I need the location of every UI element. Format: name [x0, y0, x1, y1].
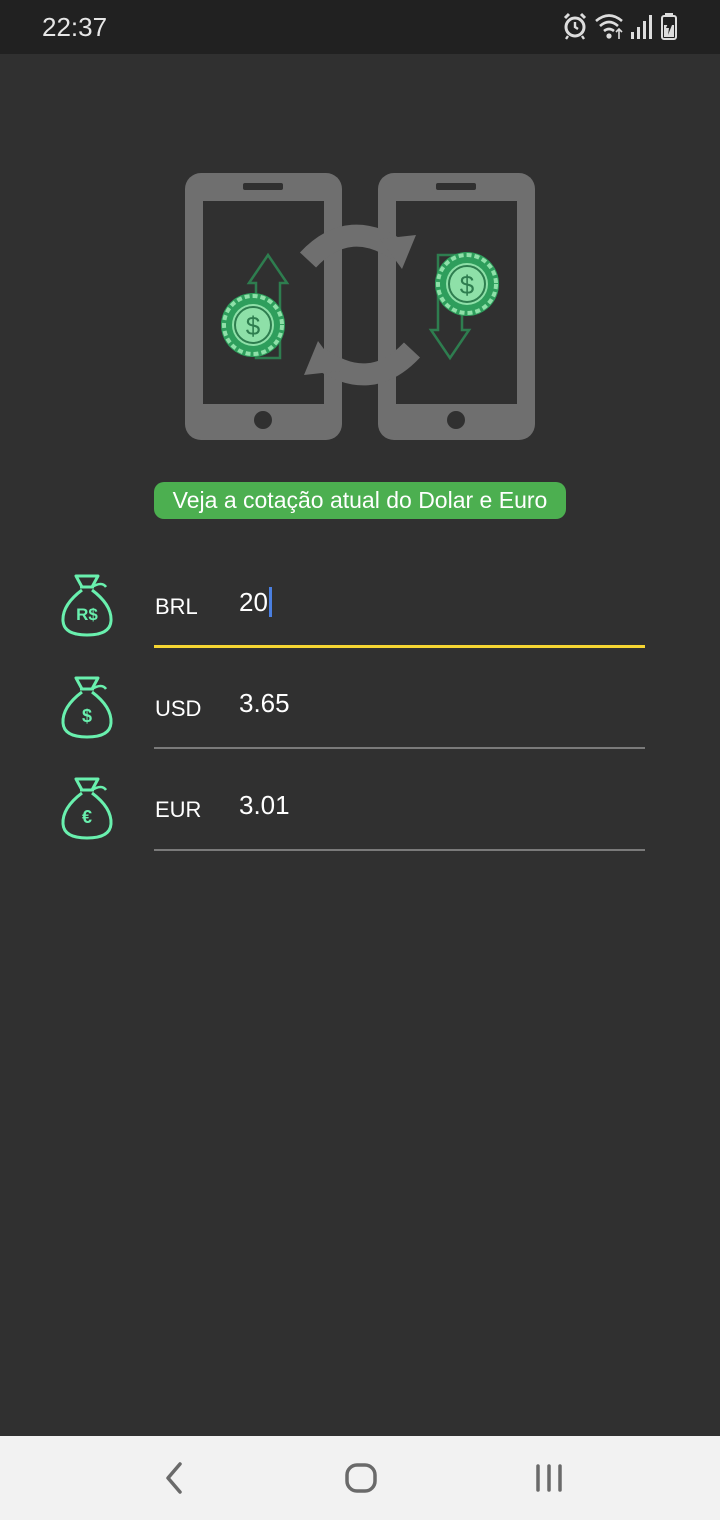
status-time: 22:37	[42, 12, 108, 42]
currency-exchange-illustration: $ $	[180, 165, 540, 450]
usd-input[interactable]: 3.65	[239, 686, 290, 720]
wifi-icon	[595, 14, 623, 39]
eur-input-underline	[154, 849, 645, 851]
alarm-icon	[563, 12, 587, 40]
recents-button[interactable]	[519, 1456, 579, 1500]
recents-icon	[536, 1464, 562, 1492]
money-bag-brl-icon: R$	[61, 574, 113, 637]
home-button[interactable]	[331, 1456, 391, 1500]
info-banner: Veja a cotação atual do Dolar e Euro	[154, 482, 566, 519]
brl-input-value: 20	[239, 587, 268, 617]
currency-row-usd: $ USD 3.65	[0, 675, 720, 777]
battery-charging-icon	[661, 13, 677, 40]
svg-text:$: $	[460, 270, 475, 300]
eur-input[interactable]: 3.01	[239, 788, 290, 822]
bag-symbol: €	[82, 807, 92, 827]
back-button[interactable]	[145, 1456, 205, 1500]
currency-row-brl: R$ BRL 20	[0, 573, 720, 675]
status-icons	[562, 12, 682, 42]
brl-input[interactable]: 20	[239, 585, 272, 619]
brl-input-underline	[154, 645, 645, 648]
signal-icon	[631, 15, 652, 39]
home-icon	[345, 1463, 377, 1493]
currency-code-label: BRL	[155, 594, 198, 619]
screen: 22:37 $ $ Veja a cotação atual do Dolar …	[0, 0, 720, 1520]
bag-symbol: $	[82, 706, 92, 726]
bag-symbol: R$	[76, 605, 98, 624]
back-icon	[166, 1462, 182, 1494]
money-bag-eur-icon: €	[61, 777, 113, 840]
text-caret	[268, 587, 272, 618]
currency-row-eur: € EUR 3.01	[0, 776, 720, 878]
status-bar: 22:37	[0, 0, 720, 54]
navigation-bar	[0, 1436, 720, 1520]
currency-code-label: USD	[155, 696, 202, 721]
usd-input-underline	[154, 747, 645, 749]
svg-text:$: $	[246, 311, 261, 341]
currency-code-label: EUR	[155, 797, 202, 822]
money-bag-usd-icon: $	[61, 676, 113, 739]
